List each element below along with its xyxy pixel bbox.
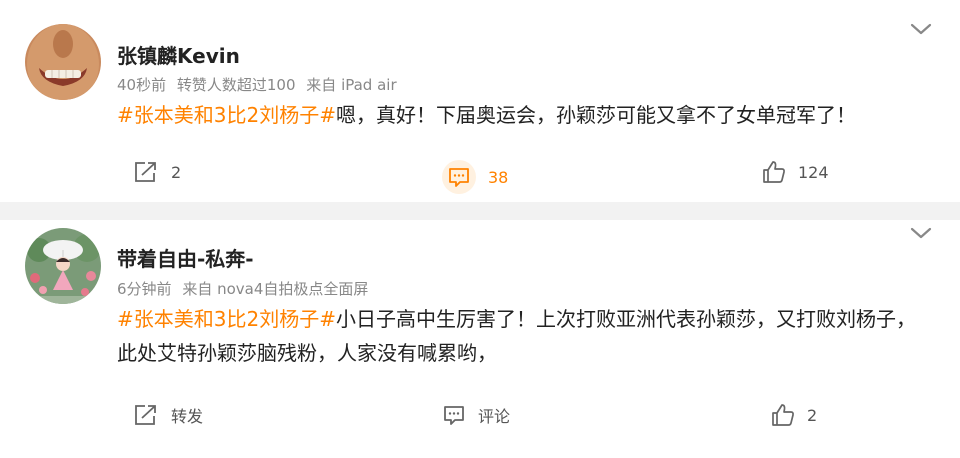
like-icon [772,404,794,426]
comment-button[interactable]: 评论 [442,403,510,427]
post-card: 带着自由-私奔- 6分钟前 来自 nova4自拍极点全面屏 #张本美和3比2刘杨… [0,220,960,458]
post-time: 6分钟前 [117,280,172,298]
hashtag-link[interactable]: #张本美和3比2刘杨子# [117,103,336,127]
comment-button[interactable]: 38 [442,160,508,194]
username[interactable]: 张镇麟Kevin [117,40,240,69]
post-source: 来自 iPad air [306,76,397,94]
post-body: 嗯，真好！下届奥运会，孙颖莎可能又拿不了女单冠军了！ [335,103,856,127]
like-icon [763,161,785,183]
repost-button[interactable]: 2 [133,160,181,184]
like-count: 124 [798,162,829,182]
repost-button[interactable]: 转发 [133,403,203,427]
post-divider [0,202,960,220]
post-card: 张镇麟Kevin 40秒前 转赞人数超过100 来自 iPad air #张本美… [0,0,960,202]
post-meta: 40秒前 转赞人数超过100 来自 iPad air [117,74,403,95]
like-count: 2 [807,405,818,425]
chevron-down-icon[interactable] [910,22,932,36]
post-source: 来自 nova4自拍极点全面屏 [182,280,369,298]
reposts-note: 转赞人数超过100 [176,76,296,94]
comment-icon [449,168,469,187]
avatar[interactable] [25,228,101,304]
post-text: #张本美和3比2刘杨子#小日子高中生厉害了！上次打败亚洲代表孙颖莎，又打败刘杨子… [117,302,920,370]
avatar[interactable] [25,24,101,100]
chevron-down-icon[interactable] [910,226,932,240]
comment-count: 38 [488,167,509,187]
hashtag-link[interactable]: #张本美和3比2刘杨子# [117,307,336,331]
repost-label: 转发 [171,407,204,426]
repost-icon [135,162,156,182]
repost-icon [135,405,156,425]
repost-count: 2 [171,162,182,182]
post-time: 40秒前 [117,76,167,94]
post-text: #张本美和3比2刘杨子#嗯，真好！下届奥运会，孙颖莎可能又拿不了女单冠军了！ [117,98,920,132]
post-meta: 6分钟前 来自 nova4自拍极点全面屏 [117,278,374,299]
comment-icon [444,406,464,425]
comment-highlight [442,160,476,194]
like-button[interactable]: 124 [762,160,829,184]
like-button[interactable]: 2 [771,403,817,427]
username[interactable]: 带着自由-私奔- [117,243,254,272]
comment-label: 评论 [478,407,511,426]
